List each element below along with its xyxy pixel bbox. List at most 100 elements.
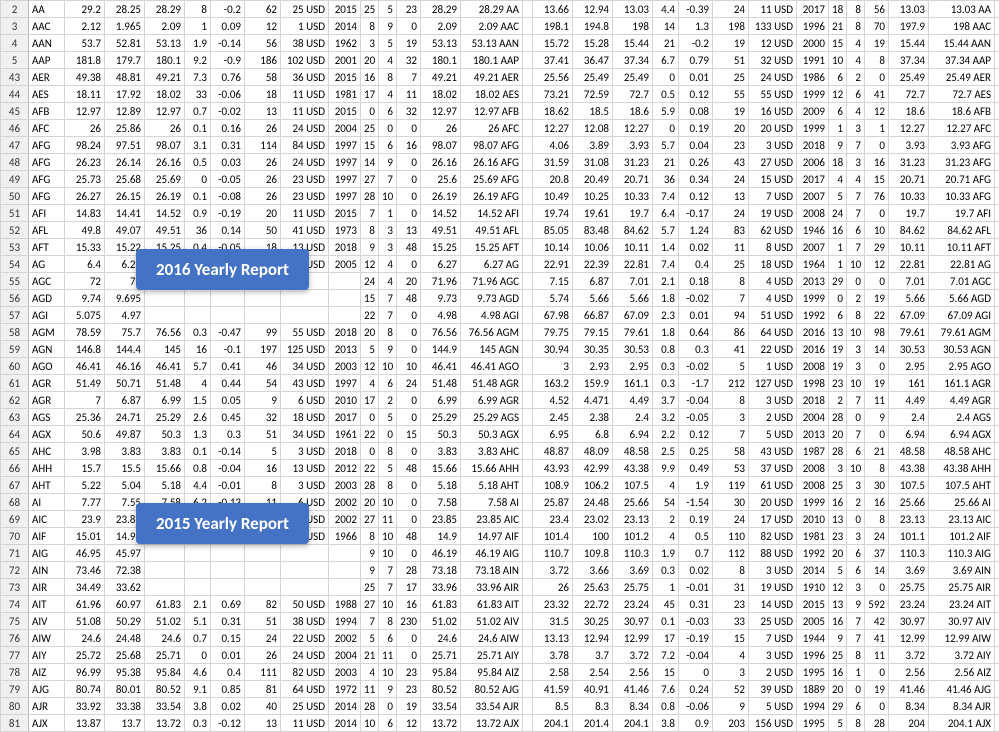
table-row[interactable]: 73AIR34.4933.622571733.9633.96 AIR2625.6… (1, 579, 999, 596)
cell[interactable]: 20.49 (573, 171, 613, 188)
cell[interactable]: 49.21 (421, 69, 461, 86)
cell[interactable]: -0.9 (211, 52, 245, 69)
cell[interactable]: 53.7 (65, 35, 105, 52)
cell[interactable]: 0.05 (211, 392, 245, 409)
cell[interactable]: 1996 (797, 647, 829, 664)
cell[interactable]: 98.07 (145, 137, 185, 154)
cell[interactable]: 79.61 (889, 324, 929, 341)
cell[interactable]: 2.95 (889, 358, 929, 375)
table-row[interactable]: 46AFC2625.86260.10.162624 USD20042500262… (1, 120, 999, 137)
cell[interactable]: 2.09 (145, 18, 185, 35)
cell[interactable]: 2010 (329, 392, 361, 409)
cell[interactable]: 1998 (797, 375, 829, 392)
cell[interactable] (523, 358, 533, 375)
cell[interactable]: 2014 (797, 562, 829, 579)
cell[interactable]: 0.79 (679, 52, 713, 69)
cell[interactable]: 10 (847, 460, 865, 477)
cell[interactable]: 7 USD (749, 188, 797, 205)
cell[interactable]: 4.98 (421, 307, 461, 324)
cell[interactable]: 19 USD (749, 579, 797, 596)
cell[interactable]: 16 (829, 494, 847, 511)
cell[interactable]: 14.52 AFI (461, 205, 523, 222)
cell[interactable]: 0 (679, 664, 713, 681)
cell[interactable]: 4 (361, 664, 379, 681)
cell[interactable]: 3.7 (573, 647, 613, 664)
cell[interactable]: 34 USD (281, 358, 329, 375)
cell[interactable]: 51.48 (145, 375, 185, 392)
cell[interactable]: 14 (653, 18, 679, 35)
cell[interactable]: AFG (29, 154, 65, 171)
cell[interactable]: 26.19 AFG (461, 188, 523, 205)
cell[interactable] (523, 681, 533, 698)
cell[interactable]: 16 (245, 460, 281, 477)
cell[interactable] (995, 596, 999, 613)
cell[interactable]: 20 (361, 52, 379, 69)
cell[interactable]: 19 (865, 681, 889, 698)
cell[interactable]: 7.2 (653, 647, 679, 664)
cell[interactable]: 26 (245, 188, 281, 205)
cell[interactable]: 3 (847, 120, 865, 137)
cell[interactable]: AGR (29, 375, 65, 392)
cell[interactable]: 23 USD (281, 188, 329, 205)
cell[interactable]: 46.41 AGO (461, 358, 523, 375)
cell[interactable]: 5.66 (613, 290, 653, 307)
cell[interactable]: 80.52 AJG (461, 681, 523, 698)
table-row[interactable]: 78AIZ96.9995.3895.844.60.411182 USD20034… (1, 664, 999, 681)
cell[interactable]: 145 (145, 341, 185, 358)
cell[interactable]: 24.6 (421, 630, 461, 647)
cell[interactable]: 26.19 (421, 188, 461, 205)
cell[interactable]: 2016 (797, 341, 829, 358)
cell[interactable]: 25.75 (889, 579, 929, 596)
cell[interactable]: AA (29, 1, 65, 18)
cell[interactable]: 11 USD (281, 103, 329, 120)
cell[interactable]: -0.2 (679, 35, 713, 52)
cell[interactable]: 2.95 AGO (929, 358, 995, 375)
cell[interactable]: 110.3 (889, 545, 929, 562)
cell[interactable]: 110.7 (533, 545, 573, 562)
table-row[interactable]: 2AA29.228.2528.298-0.26225 USD2015255232… (1, 1, 999, 18)
cell[interactable]: 6.87 (573, 273, 613, 290)
cell[interactable]: 2.3 (653, 307, 679, 324)
cell[interactable]: 24 USD (281, 647, 329, 664)
cell[interactable]: 19.74 (533, 205, 573, 222)
cell[interactable]: 3 (361, 35, 379, 52)
cell[interactable]: 25.66 AI (929, 494, 995, 511)
cell[interactable] (211, 290, 245, 307)
cell[interactable]: 180.1 AAP (461, 52, 523, 69)
cell[interactable]: 2 (847, 290, 865, 307)
cell[interactable]: 2.4 AGS (929, 409, 995, 426)
cell[interactable]: 51.02 (421, 613, 461, 630)
cell[interactable]: 4.6 (185, 664, 211, 681)
cell[interactable] (281, 562, 329, 579)
cell[interactable]: 6.27 AG (461, 256, 523, 273)
cell[interactable]: 84.62 (613, 222, 653, 239)
cell[interactable]: 5 (379, 35, 397, 52)
cell[interactable]: 230 (397, 613, 421, 630)
table-row[interactable]: 51AFI14.8314.4114.520.9-0.192011 USD2015… (1, 205, 999, 222)
cell[interactable]: 2003 (329, 358, 361, 375)
cell[interactable]: 1910 (797, 579, 829, 596)
cell[interactable]: 26 (65, 120, 105, 137)
row-number[interactable]: 76 (1, 630, 29, 647)
row-number[interactable]: 4 (1, 35, 29, 52)
cell[interactable]: 106.2 (573, 477, 613, 494)
cell[interactable]: 0.01 (679, 69, 713, 86)
cell[interactable]: 12.27 AFC (929, 120, 995, 137)
cell[interactable] (995, 205, 999, 222)
table-row[interactable]: 48AFG26.2326.1426.160.50.032624 USD19971… (1, 154, 999, 171)
table-row[interactable]: 76AIW24.624.4824.60.70.152422 USD2002560… (1, 630, 999, 647)
cell[interactable]: 16 (185, 341, 211, 358)
cell[interactable]: 27 (361, 596, 379, 613)
cell[interactable] (995, 409, 999, 426)
cell[interactable]: AIV (29, 613, 65, 630)
cell[interactable]: 50.3 (421, 426, 461, 443)
cell[interactable]: AAN (29, 35, 65, 52)
cell[interactable]: 26 (245, 154, 281, 171)
cell[interactable]: 109.8 (573, 545, 613, 562)
cell[interactable]: 37.34 (613, 52, 653, 69)
cell[interactable] (523, 647, 533, 664)
cell[interactable]: 2.1 (653, 273, 679, 290)
cell[interactable]: 12.97 (421, 103, 461, 120)
cell[interactable]: 10 (847, 256, 865, 273)
cell[interactable] (245, 562, 281, 579)
